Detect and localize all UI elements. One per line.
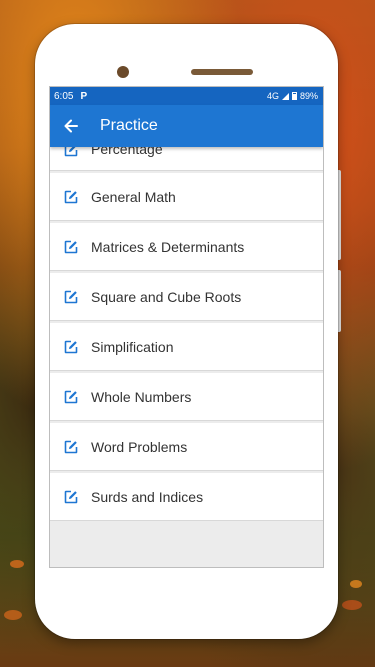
edit-square-icon — [64, 290, 78, 304]
network-label: 4G — [266, 91, 279, 101]
status-bar: 6:05 P 4G 89% — [50, 87, 323, 105]
edit-square-icon — [64, 240, 78, 254]
topic-label: Surds and Indices — [91, 488, 204, 505]
page-title: Practice — [100, 117, 158, 134]
topic-item[interactable]: Word Problems — [50, 423, 323, 471]
camera — [117, 66, 129, 78]
topic-list: Percentage General Math Matrices & Determi… — [50, 141, 323, 521]
topic-item[interactable]: Square and Cube Roots — [50, 273, 323, 321]
leaf-decoration — [4, 610, 22, 620]
leaf-decoration — [342, 600, 362, 610]
edit-square-icon — [64, 440, 78, 454]
app-screen: 6:05 P 4G 89% Practice Percentage General… — [49, 86, 324, 568]
battery-level: 89% — [299, 91, 318, 101]
leaf-decoration — [10, 560, 24, 568]
edit-square-icon — [64, 190, 78, 204]
topic-label: Simplification — [91, 338, 174, 355]
signal-icon — [281, 92, 289, 100]
topic-label: General Math — [91, 188, 176, 205]
topic-label: Matrices & Determinants — [91, 238, 245, 255]
topic-label: Word Problems — [91, 438, 188, 455]
topic-item[interactable]: Whole Numbers — [50, 373, 323, 421]
topic-label: Whole Numbers — [91, 388, 192, 405]
leaf-decoration — [350, 580, 362, 588]
app-bar: Practice — [50, 105, 323, 147]
topic-item[interactable]: General Math — [50, 173, 323, 221]
edit-square-icon — [64, 490, 78, 504]
arrow-back-icon[interactable] — [62, 117, 80, 135]
topic-label: Square and Cube Roots — [91, 288, 242, 305]
speaker-grille — [191, 69, 253, 75]
edit-square-icon — [64, 340, 78, 354]
status-time: 6:05 — [54, 90, 74, 102]
notification-badge: P — [80, 90, 88, 102]
edit-square-icon — [64, 390, 78, 404]
topic-item[interactable]: Simplification — [50, 323, 323, 371]
topic-item[interactable]: Surds and Indices — [50, 473, 323, 521]
topic-item[interactable]: Matrices & Determinants — [50, 223, 323, 271]
battery-icon — [291, 92, 297, 100]
